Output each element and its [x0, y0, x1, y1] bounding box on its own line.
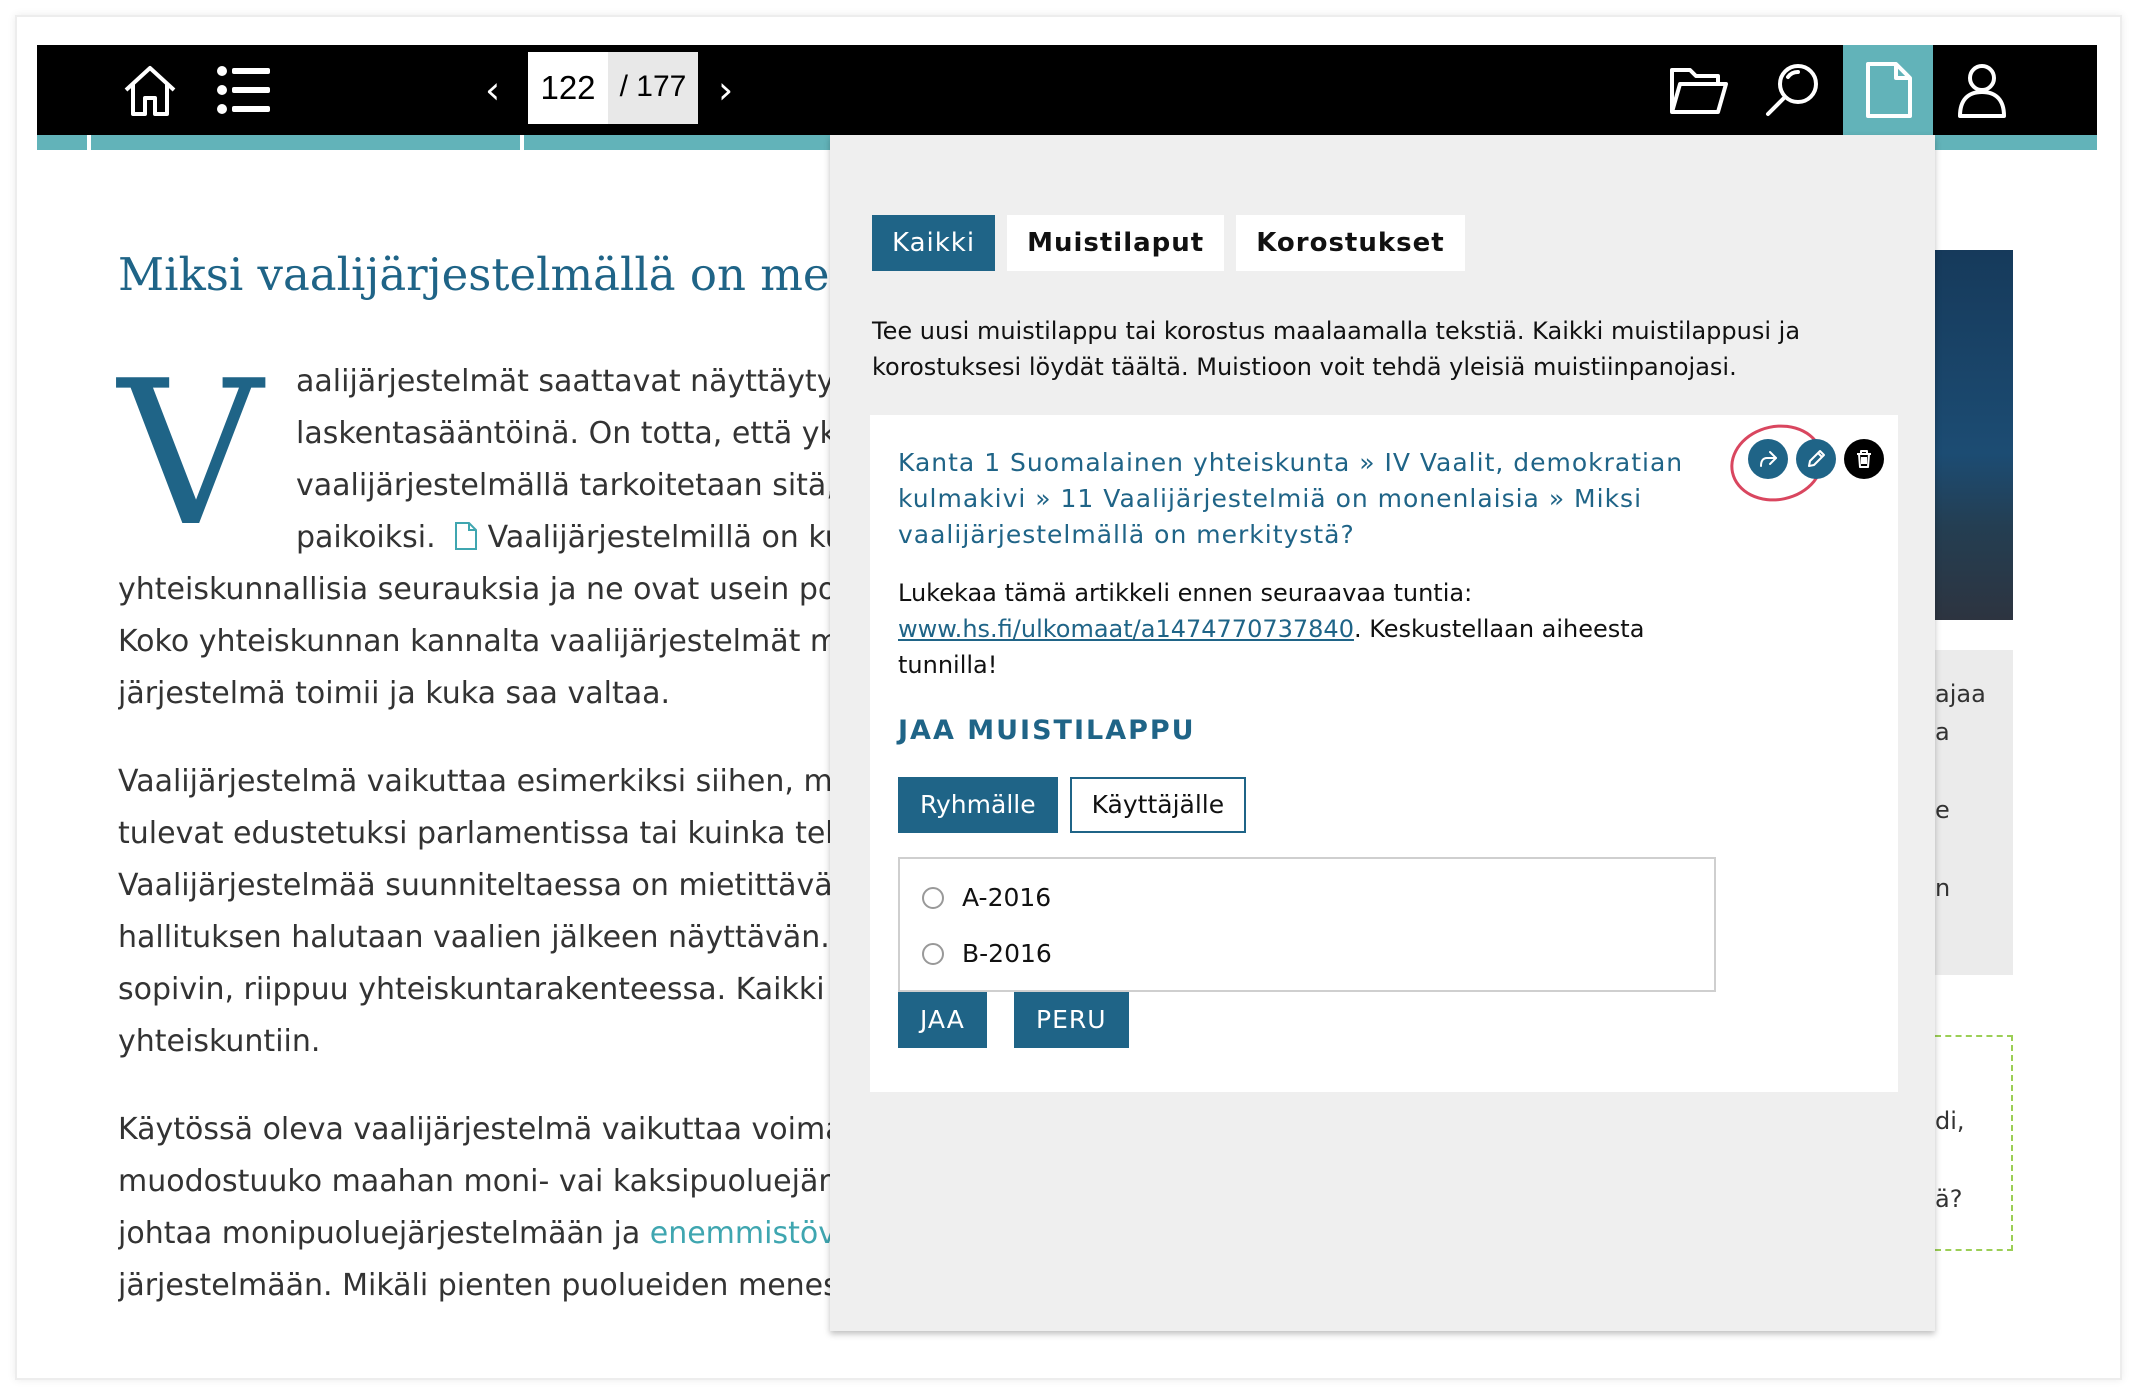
prev-page-button[interactable]: ‹ — [485, 66, 500, 114]
notes-tabs: Kaikki Muistilaput Korostukset — [872, 215, 1465, 271]
text-line: Koko yhteiskunnan kannalta vaalijärjeste… — [118, 624, 838, 659]
article-paragraph-3: Käytössä oleva vaalijärjestelmä vaikutta… — [118, 1104, 838, 1312]
notes-panel: Kaikki Muistilaput Korostukset Tee uusi … — [830, 135, 1935, 1331]
delete-icon[interactable] — [1844, 439, 1884, 479]
folder-icon[interactable] — [1666, 58, 1730, 122]
text-line: sopivin, riippuu yhteiskuntarakenteessa.… — [118, 972, 838, 1007]
group-option-a2016[interactable]: A-2016 — [922, 883, 1051, 912]
user-icon[interactable] — [1950, 58, 2014, 122]
text-line: Vaalijärjestelmää suunniteltaessa on mie… — [118, 868, 838, 903]
search-icon[interactable] — [1760, 58, 1824, 122]
share-tabs: Ryhmälle Käyttäjälle — [898, 777, 1247, 833]
side-text: a — [1935, 718, 1950, 746]
article-image — [1935, 250, 2013, 620]
note-breadcrumb[interactable]: Kanta 1 Suomalainen yhteiskunta » IV Vaa… — [898, 445, 1698, 553]
text-line: järjestelmä toimii ja kuka saa valtaa. — [118, 676, 671, 711]
share-tab-group[interactable]: Ryhmälle — [898, 777, 1058, 833]
side-text: ä? — [1935, 1185, 1963, 1213]
text-line: yhteiskunnallisia seurauksia ja ne ovat … — [118, 572, 838, 607]
list-menu-icon[interactable] — [212, 58, 276, 122]
text-line: muodostuuko maahan moni- vai kaksipuolue… — [118, 1164, 838, 1199]
text-line: järjestelmään. Mikäli pienten puolueiden… — [118, 1268, 838, 1303]
text-line: aalijärjestelmät saattavat näyttäytyä v — [296, 364, 838, 399]
text-line: laskentasääntöinä. On totta, että yksin — [296, 416, 838, 451]
text-line-part: johtaa monipuoluejärjestelmään ja — [118, 1216, 641, 1251]
share-button[interactable]: JAA — [898, 992, 987, 1048]
tab-muistilaput[interactable]: Muistilaput — [1007, 215, 1225, 271]
radio-label: B-2016 — [962, 939, 1052, 968]
article-title: Miksi vaalijärjestelmällä on me — [118, 248, 830, 301]
radio-label: A-2016 — [962, 883, 1052, 912]
glossary-link[interactable]: enemmistövaa — [650, 1216, 838, 1251]
article-paragraph-2: Vaalijärjestelmä vaikuttaa esimerkiksi s… — [118, 756, 838, 1068]
side-task-box: di, ä? — [1935, 1035, 2013, 1251]
share-icon[interactable] — [1748, 439, 1788, 479]
home-icon[interactable] — [118, 58, 182, 122]
text-line: yhteiskuntiin. — [118, 1024, 321, 1059]
radio-button[interactable] — [922, 886, 944, 909]
next-page-button[interactable]: › — [718, 66, 733, 114]
tab-korostukset[interactable]: Korostukset — [1236, 215, 1465, 271]
page-total: / 177 — [608, 52, 698, 124]
share-heading: JAA MUISTILAPPU — [898, 715, 1196, 746]
share-tab-user[interactable]: Käyttäjälle — [1069, 777, 1247, 833]
note-actions — [1720, 416, 1884, 510]
document-icon[interactable] — [1856, 58, 1920, 122]
note-text: Lukekaa tämä artikkeli ennen seuraavaa t… — [898, 579, 1473, 607]
note-card: Kanta 1 Suomalainen yhteiskunta » IV Vaa… — [870, 415, 1898, 1092]
document-link-icon[interactable] — [454, 521, 478, 551]
side-info-box: ajaa a e n — [1935, 650, 2013, 975]
note-link[interactable]: www.hs.fi/ulkomaat/a1474770737840 — [898, 615, 1354, 643]
inline-text: Vaalijärjestelmillä on ku — [487, 520, 838, 555]
text-line: Vaalijärjestelmä vaikuttaa esimerkiksi s… — [118, 764, 838, 799]
group-option-b2016[interactable]: B-2016 — [922, 939, 1052, 968]
article-paragraph-1: aalijärjestelmät saattavat näyttäytyä v … — [118, 356, 838, 720]
side-text: ajaa — [1935, 680, 1986, 708]
side-text: di, — [1935, 1107, 1965, 1135]
edit-icon[interactable] — [1796, 439, 1836, 479]
text-line-part: paikoiksi. — [296, 520, 436, 555]
panel-intro: Tee uusi muistilappu tai korostus maalaa… — [872, 317, 1801, 381]
text-line: tulevat edustetuksi parlamentissa tai ku… — [118, 816, 838, 851]
group-list: A-2016 B-2016 — [898, 857, 1716, 992]
note-body: Lukekaa tämä artikkeli ennen seuraavaa t… — [898, 575, 1658, 683]
cancel-button[interactable]: PERU — [1014, 992, 1129, 1048]
text-line: johtaa monipuoluejärjestelmään ja enemmi… — [118, 1208, 838, 1260]
side-text: e — [1935, 796, 1950, 824]
page-number-input[interactable] — [528, 52, 608, 124]
text-line: vaalijärjestelmällä tarkoitetaan sitä, m — [296, 468, 838, 503]
side-text: n — [1935, 874, 1951, 902]
text-line: paikoiksi. Vaalijärjestelmillä on ku — [118, 512, 838, 564]
text-line: hallituksen halutaan vaalien jälkeen näy… — [118, 920, 838, 955]
tab-kaikki[interactable]: Kaikki — [872, 215, 996, 271]
radio-button[interactable] — [922, 942, 944, 965]
text-line: Käytössä oleva vaalijärjestelmä vaikutta… — [118, 1112, 838, 1147]
